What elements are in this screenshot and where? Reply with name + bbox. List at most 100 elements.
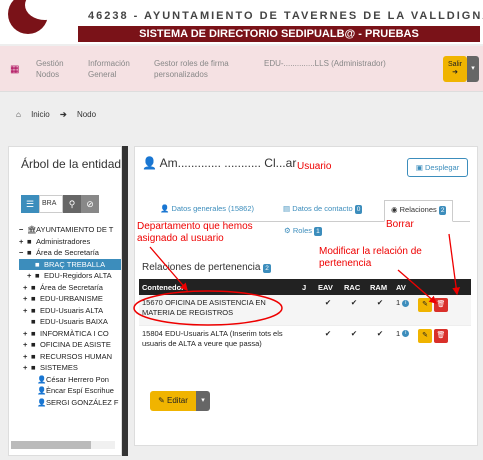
col-ram: RAM — [367, 279, 393, 295]
expand-toggle-icon[interactable]: + — [23, 293, 31, 305]
info-icon[interactable]: i — [402, 330, 410, 338]
table-header-row: Contenedor J EAV RAC RAM AV — [139, 279, 471, 295]
tree-node-label: OFICINA DE ASISTE — [40, 340, 111, 349]
tree-panel: Árbol de la entidad ☰ BRA ⚲ ⊘ − 🏛AYUNTAMIENT… — [8, 146, 122, 456]
cell-eav: ✔ — [315, 324, 341, 369]
tab-label: Relaciones — [399, 205, 437, 214]
tree-node-label: Área de Secretaría — [36, 248, 99, 257]
tab-count: (15862) — [228, 204, 255, 213]
tree-node-label: INFORMÀTICA I CO — [40, 328, 109, 338]
tab-bar: 👤 Datos generales (15862) ▤ Datos de con… — [150, 200, 470, 222]
av-value: 1 — [396, 328, 401, 338]
tree-node[interactable]: + ■ SISTEMES — [19, 362, 121, 374]
tree-node[interactable]: + ■ Área de Secretaría — [19, 282, 121, 294]
expand-button[interactable]: ▣ Desplegar — [407, 158, 468, 177]
tree-node[interactable]: − 🏛AYUNTAMIENTO DE T — [19, 224, 121, 236]
breadcrumb-node: Nodo — [76, 110, 97, 119]
col-actions — [415, 279, 471, 295]
edit-button[interactable]: ✎ Editar — [150, 391, 196, 411]
tab-datos-contacto[interactable]: ▤ Datos de contacto 0 — [283, 204, 363, 214]
cell-actions: ✎ 🗑 — [415, 324, 471, 369]
tree-node-label: EDU-Usuaris BAIXA — [40, 317, 108, 326]
collapse-toggle-icon[interactable]: − — [19, 247, 27, 259]
tree-node[interactable]: 👤SERGI GONZÁLEZ F — [19, 397, 121, 409]
delete-relation-button[interactable]: 🗑 — [434, 328, 448, 343]
expand-toggle-icon[interactable]: + — [23, 305, 31, 317]
edit-dropdown-button[interactable]: ▾ — [196, 391, 210, 411]
expand-toggle-icon[interactable]: + — [19, 236, 27, 248]
tree-node-label: SISTEMES — [40, 363, 78, 372]
cell-av: 1 i — [393, 295, 415, 325]
folder-icon: ■ — [31, 294, 36, 303]
tree-toolbar: ☰ BRA ⚲ ⊘ — [21, 195, 99, 213]
target-icon: ◉ — [391, 205, 398, 214]
expand-toggle-icon[interactable]: + — [27, 270, 35, 282]
trash-icon: 🗑 — [436, 331, 446, 339]
bank-icon: 🏛 — [27, 225, 37, 234]
tree-node[interactable]: ■ EDU-Usuaris BAIXA — [19, 316, 121, 328]
expand-toggle-icon[interactable]: + — [23, 351, 31, 363]
tree-node-label: Administradores — [36, 236, 91, 246]
nav-user-menu[interactable]: EDU-..............LLS (Administrador) — [264, 58, 424, 69]
breadcrumb-home[interactable]: Inicio — [31, 110, 50, 119]
row-name: EDU-Usuaris ALTA (Inserim tots els usuar… — [142, 328, 283, 348]
exit-button[interactable]: Salir ➜ — [443, 56, 467, 82]
tab-datos-generales[interactable]: 👤 Datos generales (15862) — [160, 204, 254, 213]
col-contenedor: Contenedor — [139, 279, 299, 295]
panel-splitter[interactable] — [122, 146, 128, 456]
breadcrumb: ⌂ Inicio ➔ Nodo — [16, 102, 104, 128]
tree-node[interactable]: + ■ Administradores — [19, 236, 121, 248]
expand-toggle-icon[interactable]: + — [23, 282, 31, 294]
tree-node[interactable]: + ■ EDU-URBANISME — [19, 293, 121, 305]
edit-relation-button[interactable]: ✎ — [418, 328, 432, 343]
tree-node-label: SERGI GONZÁLEZ F — [46, 397, 119, 407]
expand-toggle-icon[interactable]: + — [23, 362, 31, 374]
cell-eav: ✔ — [315, 295, 341, 325]
tree-node[interactable]: 👤César Herrero Pon — [19, 374, 121, 386]
edit-icon: ✎ — [158, 396, 165, 405]
tree-node[interactable]: 👤Èncar Espí Escrihue — [19, 385, 121, 397]
nav-gestion-nodos[interactable]: Gestión Nodos — [36, 58, 76, 80]
tree-horizontal-scrollbar[interactable] — [11, 441, 115, 449]
scrollbar-thumb[interactable] — [11, 441, 91, 449]
relations-table: Contenedor J EAV RAC RAM AV 15670 OFICIN… — [139, 279, 471, 369]
tree-node[interactable]: + ■ EDU-Usuaris ALTA — [19, 305, 121, 317]
chevron-down-icon: ▾ — [201, 397, 205, 404]
tree-search-button[interactable]: ⚲ — [63, 195, 81, 213]
col-rac: RAC — [341, 279, 367, 295]
collapse-toggle-icon[interactable]: − — [19, 224, 27, 236]
tree-node-label: BRAÇ TREBALLA — [44, 259, 106, 269]
user-icon: 👤 — [142, 156, 157, 170]
user-header: 👤 Am............. ........... Cl...ar — [142, 156, 296, 170]
annotation-department: Departamento que hemos asignado al usuar… — [137, 221, 253, 244]
ban-icon: ⊘ — [86, 199, 94, 209]
col-eav: EAV — [315, 279, 341, 295]
expand-toggle-icon[interactable]: + — [23, 328, 31, 340]
user-tab-icon: 👤 — [160, 204, 170, 213]
cog-icon: ⚙ — [284, 226, 291, 235]
tree-node[interactable]: ■ BRAÇ TREBALLA — [19, 258, 121, 270]
info-icon[interactable]: i — [402, 299, 410, 307]
tree-clear-button[interactable]: ⊘ — [81, 195, 99, 213]
exit-dropdown-button[interactable]: ▾ — [467, 56, 479, 82]
nav-gestor-roles[interactable]: Gestor roles de firma personalizados — [154, 58, 244, 80]
trash-icon: 🗑 — [436, 301, 446, 308]
edit-relation-button[interactable]: ✎ — [418, 298, 432, 312]
col-j: J — [299, 279, 315, 295]
sitemap-icon: ☰ — [25, 199, 35, 209]
search-icon: ⚲ — [68, 199, 76, 209]
tree-node[interactable]: + ■ EDU-Regidors ALTA — [19, 270, 121, 282]
tree-node[interactable]: + ■ RECURSOS HUMAN — [19, 351, 121, 363]
tree-node[interactable]: + ■ INFORMÀTICA I CO — [19, 328, 121, 340]
delete-relation-button[interactable]: 🗑 — [434, 298, 448, 312]
tree-search-input[interactable]: BRA — [39, 195, 63, 213]
chevron-down-icon: ▾ — [471, 65, 475, 72]
av-value: 1 — [396, 298, 401, 307]
expand-icon: ▣ — [415, 163, 423, 172]
expand-toggle-icon[interactable]: + — [23, 339, 31, 351]
tree-expand-button[interactable]: ☰ — [21, 195, 39, 213]
nav-informacion-general[interactable]: Información General — [88, 58, 140, 80]
tree-node[interactable]: + ■ OFICINA DE ASISTE — [19, 339, 121, 351]
tree-node[interactable]: − ■ Área de Secretaría — [19, 247, 121, 259]
tab-roles[interactable]: ⚙ Roles 1 — [284, 226, 322, 236]
